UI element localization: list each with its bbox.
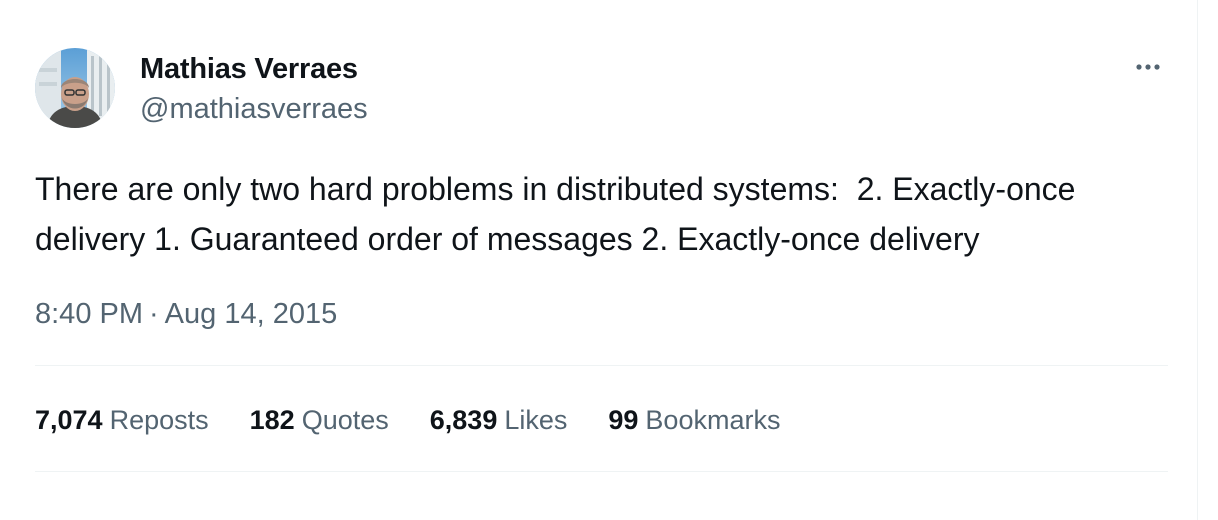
likes-count: 6,839 bbox=[429, 405, 498, 435]
quotes-label: Quotes bbox=[301, 405, 389, 435]
timestamp-separator: · bbox=[149, 298, 159, 330]
tweet-time: 8:40 PM bbox=[35, 298, 143, 330]
tweet-text: There are only two hard problems in dist… bbox=[35, 171, 1085, 257]
bookmarks-label: Bookmarks bbox=[645, 405, 781, 435]
reposts-label: Reposts bbox=[109, 405, 209, 435]
tweet-card: Mathias Verraes @mathiasverraes There ar… bbox=[0, 0, 1198, 520]
quotes-stat[interactable]: 182 Quotes bbox=[250, 402, 389, 438]
author-handle[interactable]: @mathiasverraes bbox=[140, 92, 368, 126]
author-name[interactable]: Mathias Verraes bbox=[140, 52, 358, 86]
reposts-count: 7,074 bbox=[35, 405, 103, 435]
tweet-timestamp[interactable]: 8:40 PM · Aug 14, 2015 bbox=[35, 296, 337, 332]
bookmarks-stat[interactable]: 99 Bookmarks bbox=[608, 402, 780, 438]
more-options-button[interactable] bbox=[1128, 52, 1168, 82]
engagement-stats: 7,074 Reposts 182 Quotes 6,839 Likes 99 Book… bbox=[35, 402, 821, 438]
divider bbox=[35, 471, 1168, 472]
likes-stat[interactable]: 6,839 Likes bbox=[430, 402, 568, 438]
quotes-count: 182 bbox=[249, 405, 295, 435]
bookmarks-count: 99 bbox=[608, 405, 639, 435]
more-horizontal-icon bbox=[1136, 64, 1160, 70]
author-avatar[interactable] bbox=[35, 48, 115, 128]
reposts-stat[interactable]: 7,074 Reposts bbox=[35, 402, 209, 438]
likes-label: Likes bbox=[504, 405, 568, 435]
tweet-date: Aug 14, 2015 bbox=[164, 298, 338, 330]
avatar-photo-icon bbox=[35, 48, 115, 128]
divider bbox=[35, 365, 1168, 366]
